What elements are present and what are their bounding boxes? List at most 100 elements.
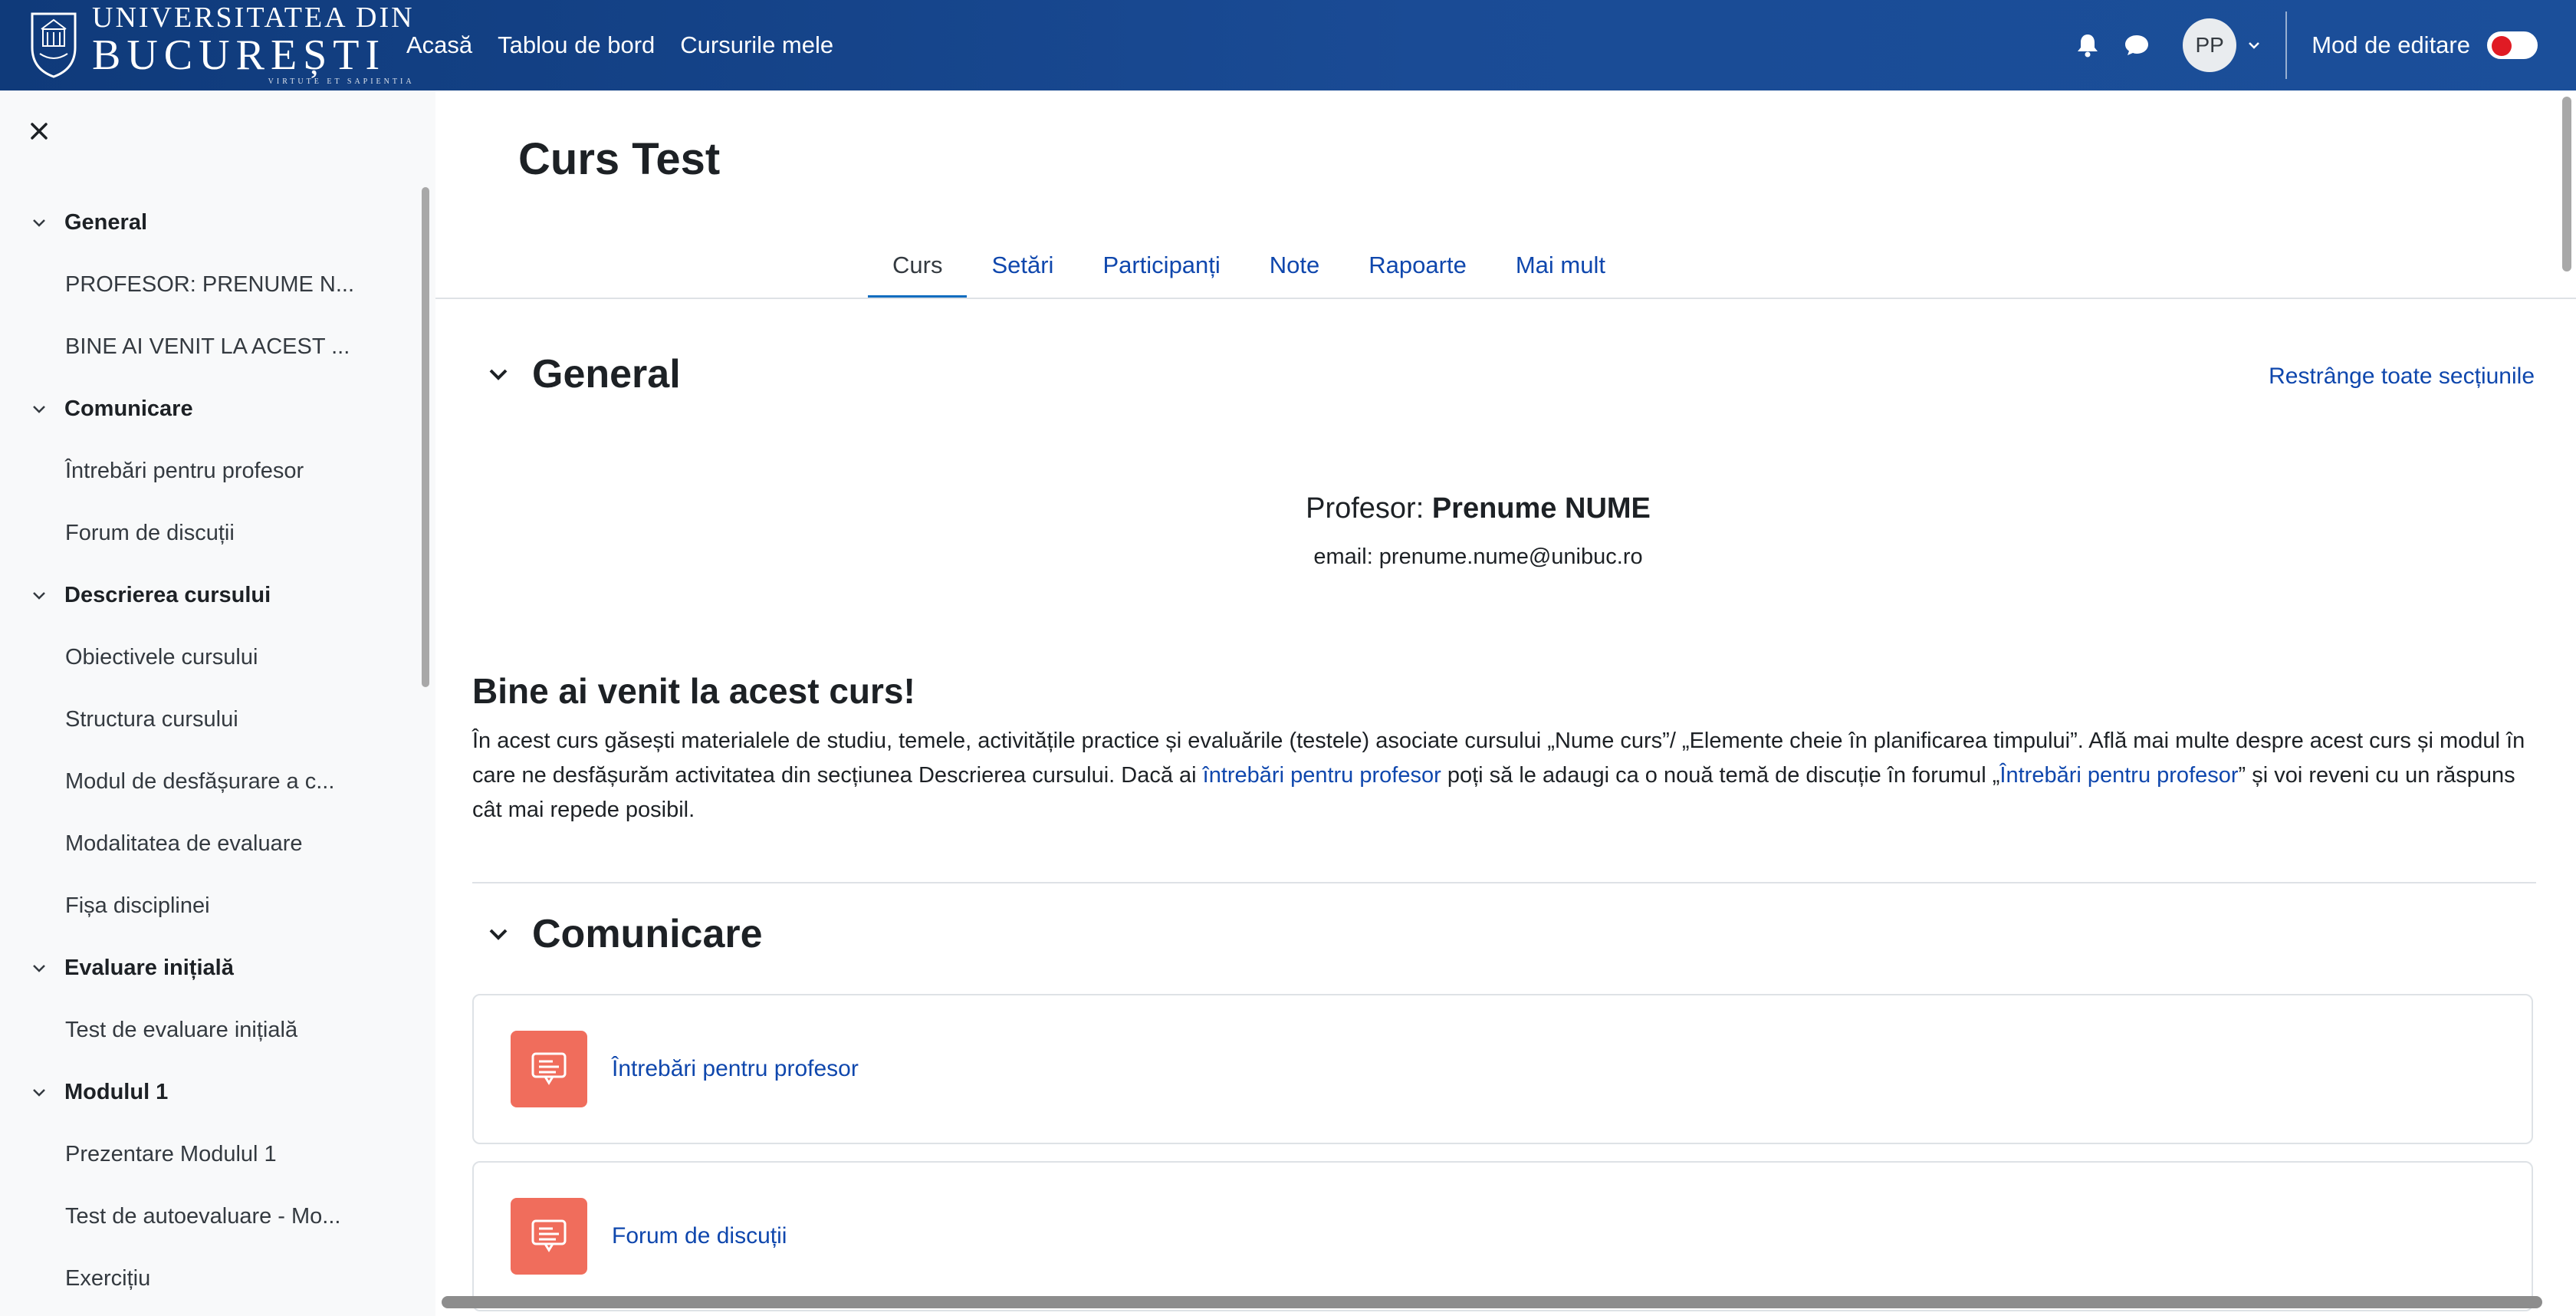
drawer-activity-label: Prezentare Modulul 1 [65, 1142, 277, 1166]
drawer-section-label: General [64, 210, 147, 235]
section-general-header: General [485, 351, 681, 397]
drawer-section[interactable]: Descrierea cursului [0, 564, 414, 627]
drawer-activity-label: BINE AI VENIT LA ACEST ... [65, 334, 350, 359]
activity-link[interactable]: Întrebări pentru profesor [612, 1056, 859, 1082]
main-content: Curs Test Curs Setări Participanți Note … [435, 90, 2576, 1316]
activity-link[interactable]: Forum de discuții [612, 1223, 787, 1249]
drawer-activity[interactable]: Test de evaluare inițială [0, 999, 414, 1061]
drawer-section-label: Evaluare inițială [64, 956, 234, 980]
professor-email: email: prenume.nume@unibuc.ro [1313, 544, 1643, 569]
drawer-activity[interactable]: PROFESOR: PRENUME N... [0, 254, 414, 316]
drawer-section-label: Comunicare [64, 396, 193, 421]
page-horizontal-scrollbar[interactable] [442, 1296, 2542, 1308]
tab-course[interactable]: Curs [868, 236, 968, 299]
toggle-knob [2492, 36, 2512, 56]
top-navbar: Universitatea din București Virtute et S… [0, 0, 2576, 90]
professor-line: Profesor: Prenume NUME [435, 492, 2521, 525]
drawer-activity[interactable]: BINE AI VENIT LA ACEST ... [0, 316, 414, 378]
drawer-activity[interactable]: Exercițiu [0, 1248, 414, 1310]
user-avatar[interactable]: PP [2183, 18, 2237, 72]
drawer-activity[interactable]: Structura cursului [0, 689, 414, 751]
professor-label: Profesor: [1306, 492, 1424, 525]
drawer-activity-label: Obiectivele cursului [65, 645, 258, 670]
course-index-drawer: General PROFESOR: PRENUME N... BINE AI VEN… [0, 90, 435, 1316]
forum-icon [511, 1031, 587, 1107]
drawer-section[interactable]: Comunicare [0, 378, 414, 440]
tabs-divider [435, 298, 2576, 299]
section-separator [472, 882, 2536, 883]
drawer-activity[interactable]: Modalitatea de evaluare [0, 813, 414, 875]
welcome-text: În acest curs găsești materialele de stu… [472, 724, 2542, 827]
drawer-activity[interactable]: Întrebări pentru profesor [0, 440, 414, 502]
course-tabs: Curs Setări Participanți Note Rapoarte M… [868, 236, 1630, 299]
drawer-activity-label: Modul de desfășurare a c... [65, 769, 335, 794]
tab-settings[interactable]: Setări [967, 236, 1078, 299]
close-icon[interactable] [28, 120, 51, 143]
course-index-list: General PROFESOR: PRENUME N... BINE AI VEN… [0, 192, 414, 1310]
tab-reports[interactable]: Rapoarte [1344, 236, 1491, 299]
chevron-down-icon[interactable] [29, 1083, 49, 1103]
drawer-activity-label: Întrebări pentru profesor [65, 459, 304, 483]
section-title: General [532, 352, 681, 396]
forum-icon [511, 1198, 587, 1275]
drawer-activity-label: Structura cursului [65, 707, 238, 732]
drawer-activity-label: PROFESOR: PRENUME N... [65, 272, 355, 297]
primary-navigation: Acasă Tablou de bord Cursurile mele [406, 0, 859, 90]
drawer-activity-label: Fișa disciplinei [65, 893, 210, 918]
drawer-activity[interactable]: Obiectivele cursului [0, 627, 414, 689]
activity-card: Întrebări pentru profesor [472, 994, 2533, 1144]
drawer-activity[interactable]: Test de autoevaluare - Mo... [0, 1186, 414, 1248]
drawer-activity[interactable]: Prezentare Modulul 1 [0, 1124, 414, 1186]
page-title: Curs Test [518, 134, 721, 184]
tab-grades[interactable]: Note [1245, 236, 1344, 299]
logo-line-1: Universitatea din [92, 2, 415, 34]
questions-forum-link[interactable]: Întrebări pentru profesor [1999, 763, 2238, 788]
navbar-divider [2285, 12, 2288, 79]
nav-dashboard[interactable]: Tablou de bord [498, 31, 655, 59]
professor-name: Prenume NUME [1431, 492, 1651, 525]
welcome-title: Bine ai venit la acest curs! [472, 671, 915, 711]
drawer-section[interactable]: Evaluare inițială [0, 937, 414, 999]
tab-more[interactable]: Mai mult [1491, 236, 1630, 299]
page-vertical-scrollbar[interactable] [2562, 97, 2571, 271]
drawer-activity-label: Exercițiu [65, 1266, 151, 1291]
chevron-down-icon[interactable] [29, 586, 49, 606]
chevron-down-icon[interactable] [2246, 37, 2262, 54]
drawer-activity[interactable]: Modul de desfășurare a c... [0, 751, 414, 813]
logo-wordmark: Universitatea din București Virtute et S… [92, 3, 415, 86]
drawer-activity[interactable]: Forum de discuții [0, 502, 414, 564]
crest-icon [31, 12, 77, 78]
logo-motto: Virtute et Sapientia [268, 77, 415, 86]
nav-my-courses[interactable]: Cursurile mele [680, 31, 833, 59]
drawer-section-label: Descrierea cursului [64, 583, 271, 607]
user-navigation: PP Mod de editare [2072, 0, 2576, 90]
welcome-text-part-2: poți să le adaugi ca o nouă temă de disc… [1441, 763, 2000, 788]
chevron-down-icon[interactable] [29, 213, 49, 233]
drawer-activity-label: Test de autoevaluare - Mo... [65, 1204, 341, 1229]
chevron-down-icon[interactable] [29, 400, 49, 419]
messages-icon[interactable] [2121, 30, 2152, 61]
tab-participants[interactable]: Participanți [1078, 236, 1244, 299]
drawer-activity-label: Test de evaluare inițială [65, 1018, 298, 1042]
section-communication-header: Comunicare [485, 911, 763, 957]
drawer-activity-label: Forum de discuții [65, 521, 235, 545]
drawer-section[interactable]: General [0, 192, 414, 254]
logo-line-2: București [92, 31, 386, 79]
notifications-icon[interactable] [2072, 30, 2103, 61]
drawer-section[interactable]: Modulul 1 [0, 1061, 414, 1124]
section-title: Comunicare [532, 912, 763, 956]
collapse-all-sections-link[interactable]: Restrânge toate secțiunile [2269, 364, 2535, 390]
university-logo[interactable]: Universitatea din București Virtute et S… [26, 3, 415, 86]
drawer-activity-label: Modalitatea de evaluare [65, 831, 303, 856]
questions-for-teacher-link[interactable]: întrebări pentru profesor [1203, 763, 1441, 788]
drawer-scrollbar[interactable] [422, 187, 429, 687]
activity-card: Forum de discuții [472, 1161, 2533, 1311]
edit-mode-label: Mod de editare [2312, 31, 2470, 58]
drawer-activity[interactable]: Fișa disciplinei [0, 875, 414, 937]
chevron-down-icon[interactable] [485, 920, 512, 948]
nav-home[interactable]: Acasă [406, 31, 472, 59]
edit-mode-toggle[interactable] [2487, 31, 2538, 59]
drawer-section-label: Modulul 1 [64, 1080, 169, 1104]
chevron-down-icon[interactable] [29, 959, 49, 979]
chevron-down-icon[interactable] [485, 360, 512, 388]
